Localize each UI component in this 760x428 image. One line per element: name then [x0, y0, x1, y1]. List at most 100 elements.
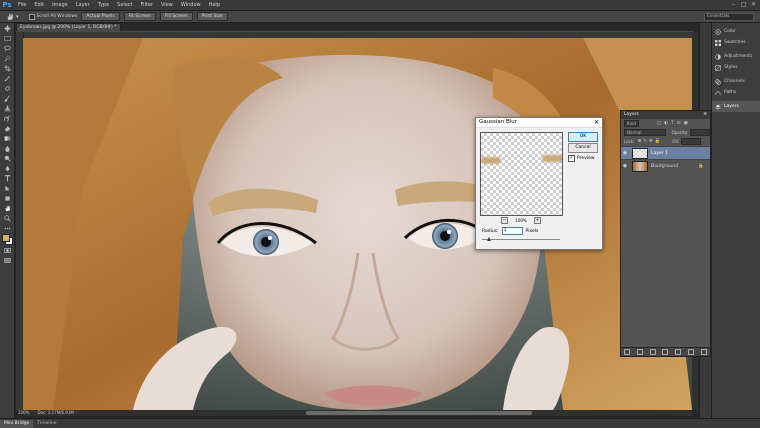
preview-checkbox[interactable]: ✓ [568, 155, 575, 162]
dock-item-adjustments[interactable]: Adjustments [712, 51, 760, 62]
dock-item-styles[interactable]: Styles [712, 62, 760, 73]
visibility-eye-icon[interactable]: ◉ [621, 150, 629, 156]
hand-tool-icon[interactable] [2, 204, 12, 212]
path-selection-tool-icon[interactable] [2, 184, 12, 192]
lock-icons[interactable]: ⊞✎✥🔒 [637, 139, 662, 144]
paths-icon [715, 90, 721, 96]
menu-view[interactable]: View [157, 0, 177, 10]
clone-stamp-tool-icon[interactable] [2, 104, 12, 112]
layer-row-background[interactable]: ◉ Background 🔒 [621, 159, 710, 172]
checkbox-box[interactable] [28, 13, 35, 20]
opacity-field[interactable] [690, 129, 710, 136]
dock-label-adjustments: Adjustments [724, 54, 753, 59]
dialog-title-bar[interactable]: Gaussian Blur ✕ [476, 118, 602, 128]
move-tool-icon[interactable] [2, 24, 12, 32]
filter-type-icons[interactable]: ▢◐T⊡▣ [657, 121, 691, 126]
menu-help[interactable]: Help [205, 0, 224, 10]
visibility-eye-icon[interactable]: ◉ [621, 163, 629, 169]
group-icon[interactable] [675, 349, 682, 355]
add-mask-icon[interactable] [649, 349, 656, 355]
quick-mask-icon[interactable] [2, 246, 12, 254]
dodge-tool-icon[interactable] [2, 154, 12, 162]
radius-unit: Pixels [525, 228, 539, 234]
adjustment-layer-icon[interactable] [662, 349, 669, 355]
layer-filter-dropdown[interactable]: Kind [624, 120, 639, 127]
eraser-tool-icon[interactable] [2, 124, 12, 132]
pen-tool-icon[interactable] [2, 164, 12, 172]
zoom-tool-icon[interactable] [2, 214, 12, 222]
new-layer-icon[interactable] [687, 349, 694, 355]
layer-name: Layer 1 [651, 150, 668, 156]
menu-filter[interactable]: Filter [137, 0, 157, 10]
zoom-out-button[interactable]: − [501, 216, 508, 224]
close-icon[interactable]: ✕ [594, 118, 599, 127]
dock-item-color[interactable]: Color [712, 26, 760, 37]
close-window-button[interactable]: ✕ [749, 1, 758, 8]
zoom-in-button[interactable]: + [534, 216, 541, 224]
blur-tool-icon[interactable] [2, 144, 12, 152]
menu-edit[interactable]: Edit [30, 0, 48, 10]
fill-screen-button[interactable]: Fill Screen [159, 12, 193, 21]
tab-timeline[interactable]: Timeline [33, 420, 60, 428]
type-tool-icon[interactable] [2, 174, 12, 182]
photoshop-logo: Ps [2, 1, 12, 9]
gradient-tool-icon[interactable] [2, 134, 12, 142]
panel-menu-icon[interactable]: ≡ [703, 111, 710, 119]
menu-file[interactable]: File [14, 0, 30, 10]
radius-slider-track[interactable] [482, 239, 560, 240]
layer-style-icon[interactable] [637, 349, 644, 355]
shape-tool-icon[interactable] [2, 194, 12, 202]
hand-tool-icon[interactable] [6, 13, 14, 21]
healing-brush-tool-icon[interactable] [2, 84, 12, 92]
radius-input[interactable]: 1 [501, 227, 523, 235]
radius-slider-thumb[interactable] [487, 237, 491, 241]
screen-mode-icon[interactable] [2, 256, 12, 264]
tab-mini-bridge[interactable]: Mini Bridge [0, 419, 34, 428]
ok-button[interactable]: OK [568, 132, 598, 142]
crop-tool-icon[interactable] [2, 64, 12, 72]
marquee-tool-icon[interactable] [2, 34, 12, 42]
fit-screen-button[interactable]: Fit Screen [123, 12, 156, 21]
print-size-button[interactable]: Print Size [196, 12, 228, 21]
cancel-button[interactable]: Cancel [568, 143, 598, 153]
history-brush-tool-icon[interactable] [2, 114, 12, 122]
workspace-select[interactable]: Essentials [704, 13, 754, 21]
dock-item-swatches[interactable]: Swatches [712, 37, 760, 48]
document-info[interactable]: Doc: 3.17M/6.91M [37, 410, 73, 416]
tool-preset-dropdown-icon[interactable]: ▾ [16, 14, 19, 20]
layer-filter-row: Kind ▢◐T⊡▣ [621, 119, 710, 128]
blend-mode-dropdown[interactable]: Normal [624, 129, 666, 136]
menu-image[interactable]: Image [48, 0, 72, 10]
eyedropper-tool-icon[interactable] [2, 74, 12, 82]
maximize-button[interactable]: □ [739, 1, 748, 8]
menu-window[interactable]: Window [177, 0, 205, 10]
delete-layer-icon[interactable] [700, 349, 707, 355]
preview-checkbox-row[interactable]: ✓ Preview [568, 155, 595, 162]
zoom-level[interactable]: 200% [18, 410, 29, 416]
filter-preview-window[interactable] [480, 132, 563, 216]
dock-item-layers[interactable]: Layers [712, 101, 760, 112]
quick-selection-tool-icon[interactable] [2, 54, 12, 62]
layers-panel-title: Layers [624, 112, 639, 117]
minimize-button[interactable]: – [729, 1, 738, 8]
menu-select[interactable]: Select [113, 0, 136, 10]
foreground-background-color-icon[interactable] [2, 234, 13, 245]
horizontal-scrollbar-thumb[interactable] [306, 411, 532, 415]
layer-row-layer-1[interactable]: ◉ Layer 1 [621, 146, 710, 159]
menu-type[interactable]: Type [94, 0, 113, 10]
layers-panel-header[interactable]: Layers ≡ [621, 111, 710, 119]
menu-layer[interactable]: Layer [72, 0, 94, 10]
dock-item-channels[interactable]: Channels [712, 76, 760, 87]
preview-zoom-level: 100% [515, 217, 527, 223]
dock-label-channels: Channels [724, 79, 745, 84]
preview-zoom-controls: − 100% + [501, 216, 541, 224]
dock-item-paths[interactable]: Paths [712, 87, 760, 98]
link-layers-icon[interactable] [624, 349, 631, 355]
layer-thumbnail [632, 147, 648, 159]
actual-pixels-button[interactable]: Actual Pixels [81, 12, 120, 21]
brush-tool-icon[interactable] [2, 94, 12, 102]
scroll-all-windows-checkbox[interactable]: Scroll All Windows [28, 13, 77, 20]
edit-toolbar-icon[interactable] [2, 224, 12, 232]
fill-field[interactable] [681, 138, 702, 145]
lasso-tool-icon[interactable] [2, 44, 12, 52]
